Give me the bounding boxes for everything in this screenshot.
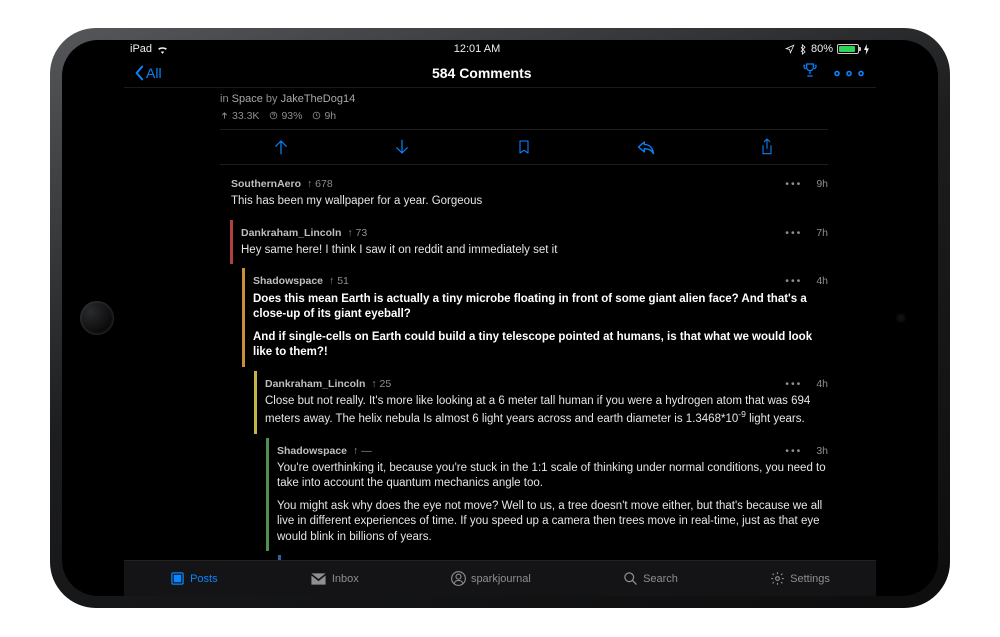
- comment-header: SouthernAero ↑ 678 ••• 9h: [231, 177, 828, 191]
- comment-body: You're overthinking it, because you're s…: [277, 458, 828, 546]
- content-area[interactable]: in Space by JakeTheDog14 33.3K 93%: [124, 88, 876, 560]
- downvote-button[interactable]: [391, 136, 413, 158]
- clock: 12:01 AM: [454, 43, 500, 55]
- tab-profile[interactable]: sparkjournal: [451, 571, 531, 586]
- device-label: iPad: [130, 43, 152, 55]
- tab-label: Settings: [790, 573, 830, 585]
- comment[interactable]: Dankraham_Lincoln ↑ 25 ••• 4hClose but not …: [254, 371, 828, 434]
- comment-more-icon[interactable]: •••: [785, 444, 802, 458]
- battery-percent: 80%: [811, 43, 833, 55]
- status-bar: iPad 12:01 AM 80%: [124, 40, 876, 58]
- comment-body: This has been my wallpaper for a year. G…: [231, 191, 828, 210]
- more-options-icon[interactable]: ∘∘∘: [832, 63, 868, 83]
- tab-search[interactable]: Search: [623, 571, 678, 586]
- post-action-bar: [220, 129, 828, 165]
- tab-label: Posts: [190, 573, 218, 585]
- camera-dot: [898, 315, 904, 321]
- comment-age: 7h: [816, 226, 828, 240]
- comment-author[interactable]: Shadowspace: [277, 444, 347, 458]
- comment-score: ↑ 73: [347, 226, 367, 240]
- comment-author[interactable]: Dankraham_Lincoln: [265, 377, 365, 391]
- post-meta: in Space by JakeTheDog14: [220, 88, 828, 109]
- ipad-frame: iPad 12:01 AM 80%: [50, 28, 950, 608]
- comment-age: 4h: [816, 377, 828, 391]
- comment[interactable]: SouthernAero ↑ 678 ••• 9hThis has been my w…: [220, 171, 828, 216]
- comment-body: Close but not really. It's more like loo…: [265, 391, 828, 428]
- comment-author[interactable]: SouthernAero: [231, 177, 301, 191]
- comment-more-icon[interactable]: •••: [785, 226, 802, 240]
- comment-more-icon[interactable]: •••: [785, 274, 802, 288]
- comment-body: Does this mean Earth is actually a tiny …: [253, 289, 828, 361]
- comment-header: Dankraham_Lincoln ↑ 73 ••• 7h: [241, 226, 828, 240]
- comment-score: ↑ —: [353, 444, 372, 458]
- comment[interactable]: Dankraham_Lincoln ↑ 73 ••• 7hHey same here!…: [230, 220, 828, 265]
- tab-label: sparkjournal: [471, 573, 531, 585]
- upvote-count: 33.3K: [220, 109, 259, 123]
- comment[interactable]: Shadowspace ↑ — ••• 3hYou're overthinking i…: [266, 438, 828, 552]
- post-age: 9h: [312, 109, 336, 123]
- comment-author[interactable]: Dankraham_Lincoln: [241, 226, 341, 240]
- nav-bar: All 584 Comments ∘∘∘: [124, 58, 876, 88]
- home-button[interactable]: [80, 301, 114, 335]
- subreddit-name[interactable]: Space: [232, 93, 263, 105]
- reply-button[interactable]: [635, 136, 657, 158]
- comment-body: Hey same here! I think I saw it on reddi…: [241, 240, 828, 259]
- tab-settings[interactable]: Settings: [770, 571, 830, 586]
- comment-more-icon[interactable]: •••: [785, 177, 802, 191]
- save-button[interactable]: [513, 136, 535, 158]
- screen: iPad 12:01 AM 80%: [124, 40, 876, 596]
- comment-author[interactable]: Shadowspace: [253, 274, 323, 288]
- trophy-icon[interactable]: [802, 62, 818, 83]
- upvote-button[interactable]: [270, 136, 292, 158]
- battery-icon: [837, 44, 859, 54]
- share-button[interactable]: [756, 136, 778, 158]
- back-label: All: [146, 65, 162, 81]
- page-title: 584 Comments: [432, 65, 532, 81]
- comment-age: 3h: [816, 444, 828, 458]
- comment-header: Shadowspace ↑ — ••• 3h: [277, 444, 828, 458]
- back-button[interactable]: All: [132, 65, 162, 81]
- comment-header: Dankraham_Lincoln ↑ 25 ••• 4h: [265, 377, 828, 391]
- charging-icon: [863, 44, 870, 55]
- comment-age: 9h: [816, 177, 828, 191]
- wifi-icon: [156, 44, 169, 54]
- upvote-ratio: 93%: [269, 109, 302, 123]
- tab-bar: Posts Inbox sparkjournal Search Settings: [124, 560, 876, 596]
- location-icon: [785, 44, 795, 54]
- tab-label: Search: [643, 573, 678, 585]
- post-author[interactable]: JakeTheDog14: [281, 93, 356, 105]
- in-label: in: [220, 93, 229, 105]
- comment-age: 4h: [816, 274, 828, 288]
- comment[interactable]: Shadowspace ↑ 51 ••• 4hDoes this mean Earth…: [242, 268, 828, 366]
- tab-inbox[interactable]: Inbox: [310, 573, 359, 585]
- comment-header: Shadowspace ↑ 51 ••• 4h: [253, 274, 828, 288]
- tab-posts[interactable]: Posts: [170, 571, 218, 586]
- post-stats: 33.3K 93% 9h: [220, 109, 828, 129]
- comment-score: ↑ 25: [371, 377, 391, 391]
- comment-more-icon[interactable]: •••: [785, 377, 802, 391]
- comment-score: ↑ 678: [307, 177, 333, 191]
- by-label: by: [266, 93, 278, 105]
- bluetooth-icon: [799, 44, 807, 55]
- ipad-bezel: iPad 12:01 AM 80%: [62, 40, 938, 596]
- comment-score: ↑ 51: [329, 274, 349, 288]
- tab-label: Inbox: [332, 573, 359, 585]
